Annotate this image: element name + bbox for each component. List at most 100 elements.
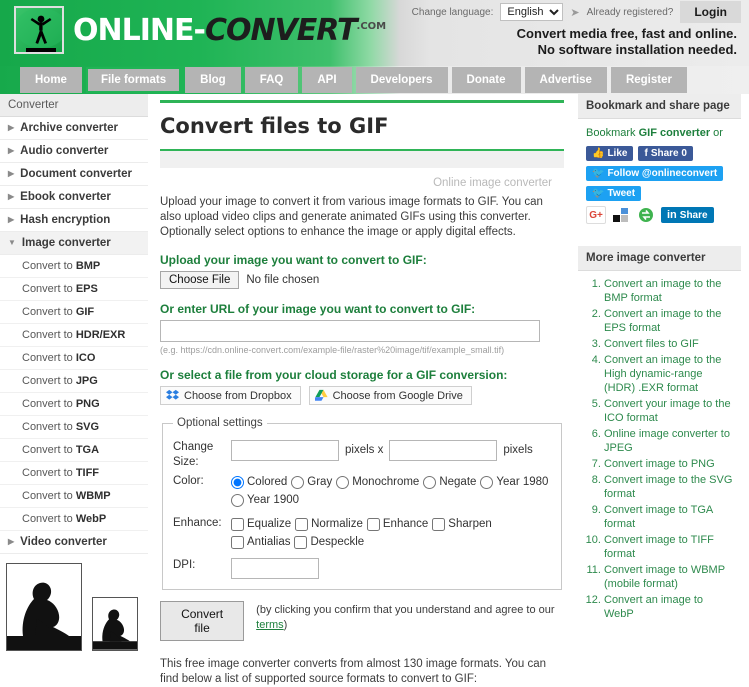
nav-item-donate[interactable]: Donate [451,67,521,93]
sidebar-subitem-gif[interactable]: Convert to GIF [0,301,148,324]
enhance-checkbox[interactable] [231,535,244,549]
addthis-button[interactable] [636,206,656,224]
choose-file-button[interactable]: Choose File [160,271,240,289]
sidebar-item-audio-converter[interactable]: ▶ Audio converter [0,140,148,163]
nav-item-blog[interactable]: Blog [185,67,241,93]
sidebar-subitem-ico[interactable]: Convert to ICO [0,347,148,370]
sidebar-item-archive-converter[interactable]: ▶ Archive converter [0,117,148,140]
height-input[interactable] [389,440,498,461]
twitter-follow-button[interactable]: 🐦 Follow @onlineconvert [586,166,724,181]
sidebar-subitem-tga[interactable]: Convert to TGA [0,439,148,462]
nav-item-file-formats[interactable]: File formats [85,67,182,93]
site-logo[interactable]: ONLINE-CONVERT.COM [14,6,386,54]
more-converter-item[interactable]: Convert image to the SVG format [604,473,733,501]
enhance-checkbox[interactable] [295,517,309,531]
dpi-label: DPI: [173,559,196,571]
linkedin-share-button[interactable]: in Share [661,207,714,223]
nav-item-api[interactable]: API [302,67,352,93]
sidebar-item-ebook-converter[interactable]: ▶ Ebook converter [0,186,148,209]
tweet-button[interactable]: 🐦 Tweet [586,186,642,201]
more-converter-item[interactable]: Convert your image to the ICO format [604,397,733,425]
sidebar-item-document-converter[interactable]: ▶ Document converter [0,163,148,186]
sidebar-subitem-tiff[interactable]: Convert to TIFF [0,462,148,485]
color-option-year-1900[interactable]: Year 1900 [231,492,299,508]
color-radio[interactable] [231,475,244,489]
color-row: Color: Colored Gray Monochrome Negate Year 1… [173,474,551,508]
nav-item-home[interactable]: Home [20,67,82,93]
language-select[interactable]: English [500,3,564,21]
sidebar-subitem-eps[interactable]: Convert to EPS [0,278,148,301]
color-radio[interactable] [423,475,437,489]
sidebar-item-image-converter[interactable]: ▼ Image converter [0,232,148,255]
bookmark-line-bold[interactable]: GIF converter [639,127,711,139]
enhance-option-despeckle[interactable]: Despeckle [294,534,364,550]
sidebar-item-label: Hash encryption [20,214,111,226]
facebook-like-button[interactable]: 👍 Like [586,146,634,161]
more-converter-item[interactable]: Convert image to TGA format [604,503,733,531]
more-converter-item[interactable]: Convert image to TIFF format [604,533,733,561]
enhance-option-antialias[interactable]: Antialias [231,534,290,550]
sidebar-item-video-converter[interactable]: ▶ Video converter [0,531,148,554]
terms-link[interactable]: terms [256,619,284,631]
google-drive-button[interactable]: Choose from Google Drive [308,386,472,405]
color-radio[interactable] [291,475,305,489]
color-options: Colored Gray Monochrome Negate Year 1980 Year… [231,474,551,508]
more-converter-item[interactable]: Convert an image to the BMP format [604,277,733,305]
enhance-checkbox[interactable] [366,517,380,531]
color-option-negate[interactable]: Negate [423,474,476,490]
nav-item-developers[interactable]: Developers [355,67,448,93]
sidebar-subitem-svg[interactable]: Convert to SVG [0,416,148,439]
sidebar-subitem-bmp[interactable]: Convert to BMP [0,255,148,278]
url-input[interactable] [160,320,540,342]
enhance-checkbox[interactable] [231,517,244,531]
color-radio[interactable] [480,475,494,489]
optional-settings-legend: Optional settings [177,417,263,429]
google-plus-button[interactable]: G+ [586,206,606,224]
share-grid-icon[interactable] [611,206,631,224]
enhance-option-enhance[interactable]: Enhance [366,516,428,532]
sidebar-subitem-jpg[interactable]: Convert to JPG [0,370,148,393]
color-option-gray[interactable]: Gray [291,474,332,490]
dpi-input[interactable] [231,558,319,579]
convert-file-button[interactable]: Convert file [160,601,245,641]
enhance-option-equalize[interactable]: Equalize [231,516,291,532]
color-radio[interactable] [336,475,350,489]
color-option-year-1980[interactable]: Year 1980 [480,474,548,490]
enhance-checkbox[interactable] [432,517,446,531]
more-converter-item[interactable]: Convert image to WBMP (mobile format) [604,563,733,591]
dropbox-button-label: Choose from Dropbox [184,389,292,402]
enhance-label: Enhance: [173,517,222,529]
more-converter-item[interactable]: Convert files to GIF [604,337,733,351]
more-converter-item[interactable]: Convert an image to the High dynamic-ran… [604,353,733,395]
sidebar-subitem-wbmp[interactable]: Convert to WBMP [0,485,148,508]
width-input[interactable] [231,440,339,461]
color-option-colored[interactable]: Colored [231,474,287,490]
sidebar-subitem-png[interactable]: Convert to PNG [0,393,148,416]
sidebar-subitem-webp[interactable]: Convert to WebP [0,508,148,531]
sidebar-item-hash-encryption[interactable]: ▶ Hash encryption [0,209,148,232]
color-option-label: Negate [439,476,477,488]
sidebar-subitem-hdr-exr[interactable]: Convert to HDR/EXR [0,324,148,347]
enhance-option-normalize[interactable]: Normalize [295,516,363,532]
cloud-buttons-row: Choose from Dropbox Choose from Google D… [160,386,564,405]
nav-item-faq[interactable]: FAQ [244,67,299,93]
more-converter-item[interactable]: Online image converter to JPEG [604,427,733,455]
refresh-arrows-icon [639,208,653,222]
nav-item-advertise[interactable]: Advertise [524,67,607,93]
dropbox-button[interactable]: Choose from Dropbox [160,386,301,405]
nav-item-register[interactable]: Register [610,67,687,93]
login-button[interactable]: Login [680,1,741,23]
logo-com: .COM [356,20,387,32]
enhance-option-sharpen[interactable]: Sharpen [432,516,492,532]
bookmark-line-post: or [710,127,723,139]
color-radio[interactable] [231,493,244,507]
go-arrow-icon[interactable]: ➤ [570,6,579,19]
sidebar-item-label: Ebook converter [20,191,111,203]
subitem-format: TIFF [75,467,100,479]
enhance-checkbox[interactable] [294,535,308,549]
more-converter-item[interactable]: Convert image to PNG [604,457,733,471]
more-converter-item[interactable]: Convert an image to WebP [604,593,733,621]
color-option-monochrome[interactable]: Monochrome [336,474,419,490]
more-converter-item[interactable]: Convert an image to the EPS format [604,307,733,335]
facebook-share-button[interactable]: f Share 0 [638,146,693,161]
